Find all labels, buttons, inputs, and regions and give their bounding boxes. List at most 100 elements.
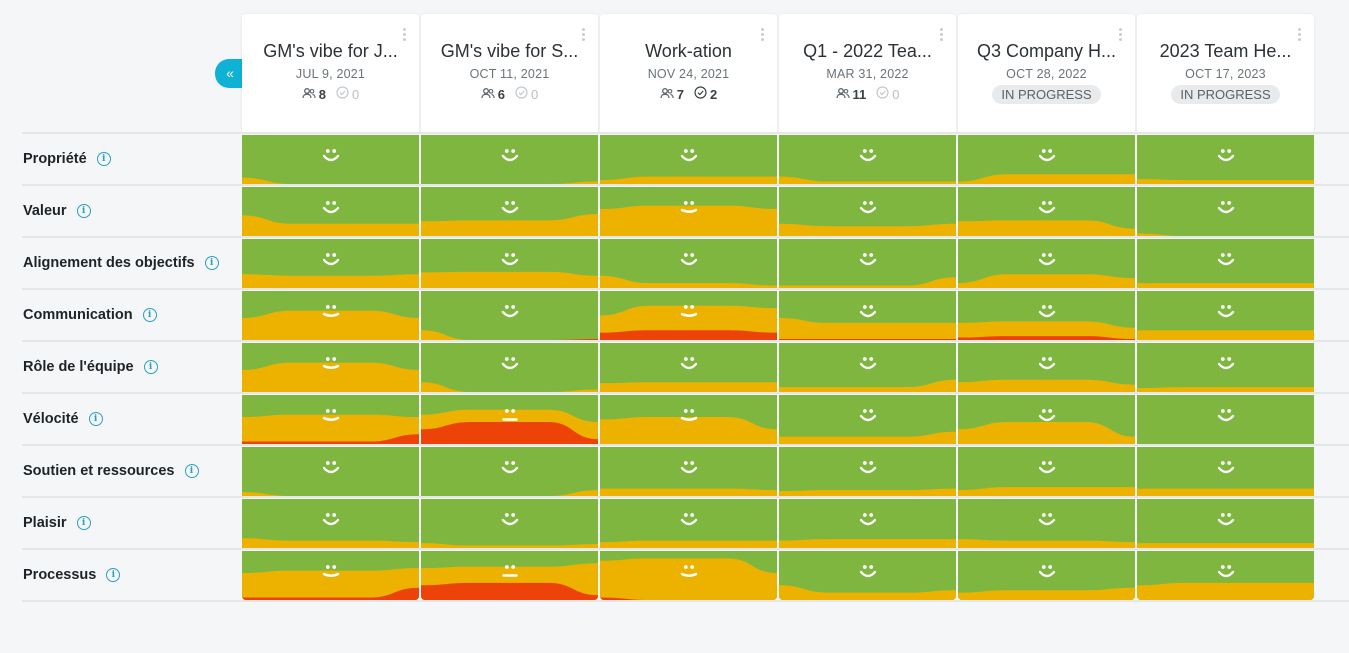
heatmap-cell[interactable]	[421, 291, 598, 340]
heatmap-cell[interactable]	[958, 551, 1135, 600]
row-divider	[22, 444, 1349, 446]
heatmap-cell[interactable]	[600, 499, 777, 548]
heatmap-cell[interactable]	[779, 291, 956, 340]
more-options-icon[interactable]	[403, 28, 407, 42]
row-divider	[22, 392, 1349, 394]
heatmap-cell[interactable]	[600, 551, 777, 600]
session-column-header[interactable]: Q3 Company H... OCT 28, 2022 IN PROGRESS	[958, 14, 1135, 132]
actions-count: 0	[531, 86, 539, 102]
heatmap-cell[interactable]	[242, 187, 419, 236]
info-icon[interactable]	[96, 152, 111, 166]
actions-stat: 0	[336, 86, 359, 102]
session-column-header[interactable]: GM's vibe for J... JUL 9, 2021 8 0	[242, 14, 419, 132]
heatmap-cell[interactable]	[600, 395, 777, 444]
heatmap-cell[interactable]	[421, 135, 598, 184]
heatmap-cell[interactable]	[779, 499, 956, 548]
heatmap-cell[interactable]	[600, 187, 777, 236]
info-icon[interactable]	[76, 516, 91, 530]
category-name: Rôle de l'équipe	[23, 359, 134, 375]
info-icon[interactable]	[106, 568, 121, 582]
more-options-icon[interactable]	[582, 28, 586, 42]
heatmap-cell[interactable]	[242, 135, 419, 184]
heatmap-cell[interactable]	[242, 343, 419, 392]
heatmap-cell[interactable]	[1137, 395, 1314, 444]
heatmap-cell[interactable]	[421, 239, 598, 288]
session-date: OCT 17, 2023	[1185, 67, 1266, 81]
session-column-header[interactable]: Work-ation NOV 24, 2021 7 2	[600, 14, 777, 132]
heatmap-cell[interactable]	[600, 135, 777, 184]
heatmap-cell[interactable]	[958, 239, 1135, 288]
heatmap-cell[interactable]	[779, 551, 956, 600]
heatmap-cell[interactable]	[242, 499, 419, 548]
heatmap-cell[interactable]	[958, 395, 1135, 444]
check-circle-icon	[694, 86, 707, 102]
session-title[interactable]: Work-ation	[600, 41, 777, 62]
info-icon[interactable]	[88, 412, 103, 426]
collapse-sidebar-button[interactable]: «	[215, 59, 243, 88]
heatmap-cell[interactable]	[958, 447, 1135, 496]
heatmap-cell[interactable]	[779, 239, 956, 288]
info-icon[interactable]	[184, 464, 199, 478]
category-name: Propriété	[23, 151, 87, 167]
heatmap-cell[interactable]	[600, 239, 777, 288]
more-options-icon[interactable]	[1298, 28, 1302, 42]
info-icon[interactable]	[143, 360, 158, 374]
heatmap-cell[interactable]	[242, 447, 419, 496]
heatmap-cell[interactable]	[779, 447, 956, 496]
more-options-icon[interactable]	[1119, 28, 1123, 42]
heatmap-cell[interactable]	[421, 499, 598, 548]
info-icon[interactable]	[142, 308, 157, 322]
check-circle-icon	[876, 86, 889, 102]
session-title[interactable]: GM's vibe for S...	[421, 41, 598, 62]
neutral-band	[600, 382, 777, 392]
info-icon[interactable]	[204, 256, 219, 270]
heatmap-cell[interactable]	[779, 343, 956, 392]
actions-stat: 2	[694, 86, 717, 102]
heatmap-cell[interactable]	[958, 135, 1135, 184]
heatmap-cell[interactable]	[958, 291, 1135, 340]
heatmap-cell[interactable]	[958, 187, 1135, 236]
heatmap-cell[interactable]	[242, 291, 419, 340]
heatmap-cell[interactable]	[600, 343, 777, 392]
session-column-header[interactable]: Q1 - 2022 Tea... MAR 31, 2022 11 0	[779, 14, 956, 132]
heatmap-cell[interactable]	[779, 187, 956, 236]
heatmap-cell[interactable]	[421, 343, 598, 392]
session-column-header[interactable]: GM's vibe for S... OCT 11, 2021 6 0	[421, 14, 598, 132]
session-title[interactable]: 2023 Team He...	[1137, 41, 1314, 62]
session-title[interactable]: GM's vibe for J...	[242, 41, 419, 62]
check-circle-icon	[336, 86, 349, 102]
heatmap-cell[interactable]	[1137, 499, 1314, 548]
heatmap-cell[interactable]	[1137, 343, 1314, 392]
heatmap-cell[interactable]	[600, 291, 777, 340]
heatmap-cell[interactable]	[958, 499, 1135, 548]
heatmap-cell[interactable]	[1137, 187, 1314, 236]
heatmap-cell[interactable]	[1137, 135, 1314, 184]
heatmap-cell[interactable]	[600, 447, 777, 496]
heatmap-cell[interactable]	[242, 551, 419, 600]
heatmap-cell[interactable]	[421, 395, 598, 444]
heatmap-cell[interactable]	[1137, 291, 1314, 340]
info-icon[interactable]	[76, 204, 91, 218]
heatmap-cell[interactable]	[779, 135, 956, 184]
heatmap-cell[interactable]	[958, 343, 1135, 392]
heatmap-cell[interactable]	[242, 395, 419, 444]
more-options-icon[interactable]	[940, 28, 944, 42]
session-stats: 11 0	[779, 86, 956, 102]
heatmap-cell[interactable]	[421, 187, 598, 236]
heatmap-cell[interactable]	[242, 239, 419, 288]
session-date: NOV 24, 2021	[647, 67, 730, 81]
heatmap-cell[interactable]	[1137, 551, 1314, 600]
session-column-header[interactable]: 2023 Team He... OCT 17, 2023 IN PROGRESS	[1137, 14, 1314, 132]
actions-count: 2	[710, 86, 718, 102]
status-badge: IN PROGRESS	[1171, 85, 1280, 104]
neutral-band	[1137, 488, 1314, 496]
session-title[interactable]: Q3 Company H...	[958, 41, 1135, 62]
neutral-band	[1137, 283, 1314, 288]
heatmap-cell[interactable]	[779, 395, 956, 444]
heatmap-cell[interactable]	[1137, 447, 1314, 496]
session-title[interactable]: Q1 - 2022 Tea...	[779, 41, 956, 62]
heatmap-cell[interactable]	[421, 551, 598, 600]
heatmap-cell[interactable]	[1137, 239, 1314, 288]
heatmap-cell[interactable]	[421, 447, 598, 496]
more-options-icon[interactable]	[761, 28, 765, 42]
